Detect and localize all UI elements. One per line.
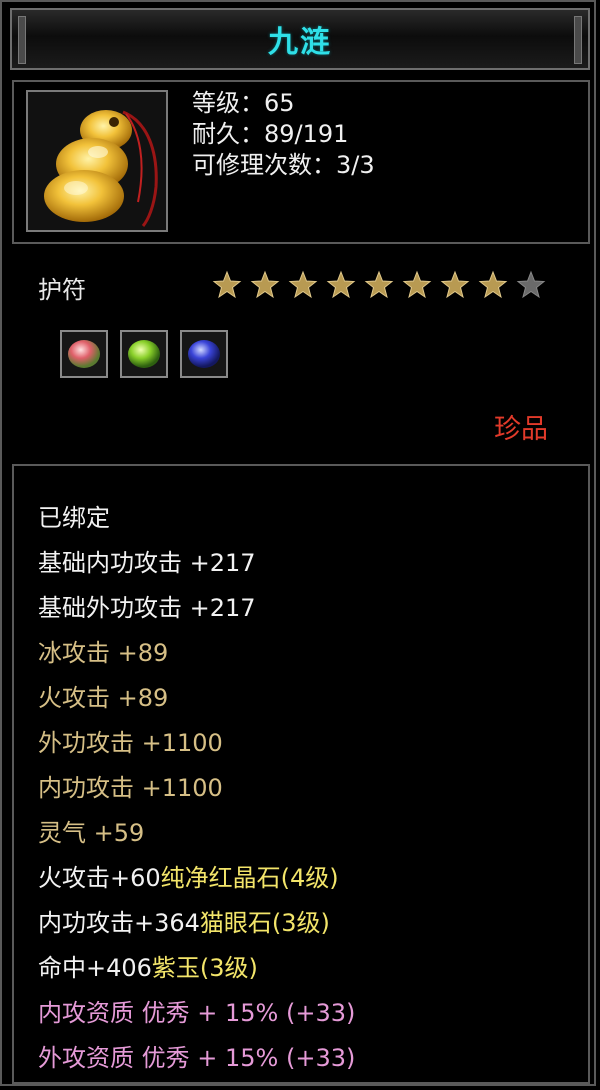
star-filled-icon [212,270,242,299]
inner-attack: 内功攻击 +1100 [38,774,223,802]
repair-count-text: 可修理次数：3/3 [192,151,375,179]
star-filled-icon [402,270,432,299]
spirit: 灵气 +59 [38,819,145,847]
item-stats: 等级：65 耐久：89/191 可修理次数：3/3 [192,88,375,181]
blue-gem-icon[interactable] [180,330,228,378]
level-text: 等级：65 [192,89,295,117]
star-filled-icon [364,270,394,299]
fire-attack: 火攻击 +89 [38,684,169,712]
item-icon-frame [26,90,168,232]
ice-attack: 冰攻击 +89 [38,639,169,667]
red-gem-icon[interactable] [60,330,108,378]
frame-bolt-right [574,16,582,64]
item-type: 护符 [38,276,86,304]
gem-bonus-3-value: 命中+406 [38,954,152,982]
durability-text: 耐久：89/191 [192,120,349,148]
item-header: 等级：65 耐久：89/191 可修理次数：3/3 [12,80,590,244]
gem-bonus-2: 内功攻击+364猫眼石(3级) [38,901,355,946]
frame-bolt-left [18,16,26,64]
star-filled-icon [440,270,470,299]
gem-bonus-1: 火攻击+60纯净红晶石(4级) [38,856,355,901]
inner-attack-quality: 内攻资质 优秀 + 15% (+33) [38,999,356,1027]
item-tooltip: 九涟 等级：65 耐久：89/191 可修理次数：3/3 护符 珍品 已绑定 基… [0,0,596,1086]
gem-bonus-3-name: 紫玉(3级) [151,954,258,982]
gem-bonus-3: 命中+406紫玉(3级) [38,946,355,991]
amulet-icon [44,110,158,227]
gem-bonus-1-name: 纯净红晶石(4级) [160,864,339,892]
item-name: 九涟 [268,25,332,60]
attribute-list: 已绑定 基础内功攻击 +217 基础外功攻击 +217 冰攻击 +89 火攻击 … [12,464,590,1084]
star-rating [212,270,546,300]
star-empty-icon [516,270,546,299]
rarity-label: 珍品 [494,414,548,445]
star-filled-icon [326,270,356,299]
base-outer-attack: 基础外功攻击 +217 [38,594,256,622]
base-inner-attack: 基础内功攻击 +217 [38,549,256,577]
socket-row [60,330,228,378]
gem-bonus-2-value: 内功攻击+364 [38,909,200,937]
title-bar: 九涟 [10,8,590,70]
bound-status: 已绑定 [38,504,110,532]
gem-bonus-1-value: 火攻击+60 [38,864,161,892]
outer-attack-quality: 外攻资质 优秀 + 15% (+33) [38,1044,356,1072]
star-filled-icon [478,270,508,299]
gem-bonus-2-name: 猫眼石(3级) [199,909,330,937]
star-filled-icon [288,270,318,299]
green-gem-icon[interactable] [120,330,168,378]
star-filled-icon [250,270,280,299]
outer-attack: 外功攻击 +1100 [38,729,223,757]
